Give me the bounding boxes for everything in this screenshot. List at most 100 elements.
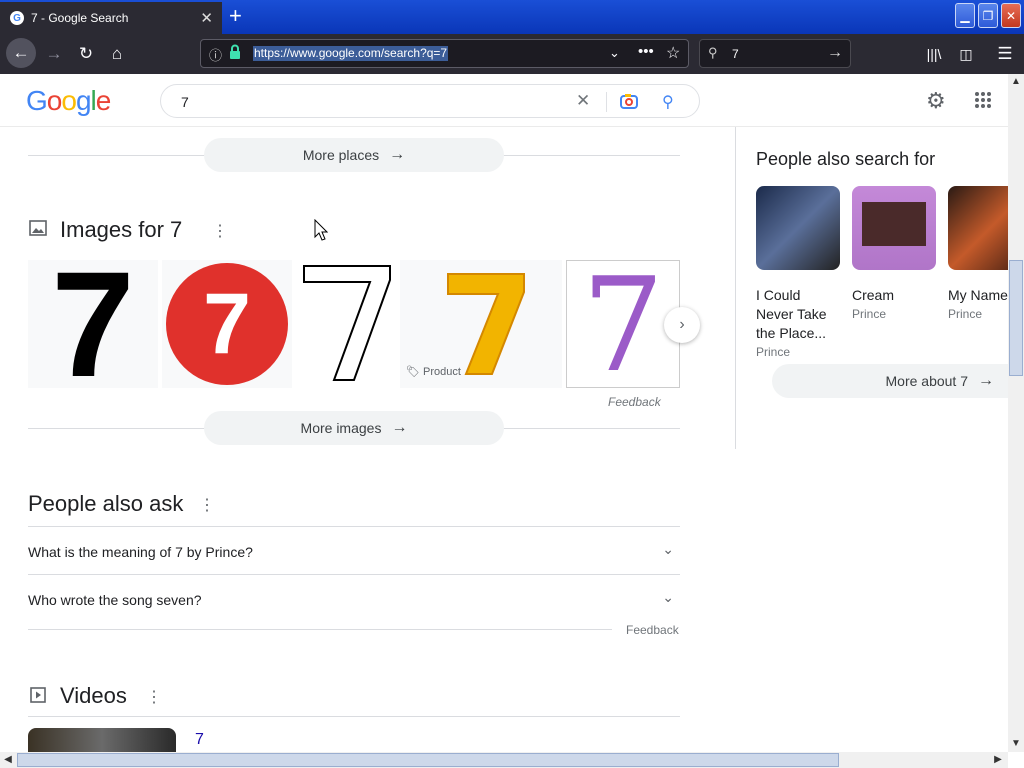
menu-icon[interactable]: ☰ xyxy=(993,42,1017,66)
window-close-button[interactable]: ✕ xyxy=(1001,3,1021,28)
video-title-link[interactable]: 7 xyxy=(195,731,204,749)
paa-title: People also ask xyxy=(28,491,184,516)
browser-search-bar[interactable]: ⚲ 7 → xyxy=(699,39,851,68)
mouse-cursor xyxy=(314,218,329,241)
paa-question[interactable]: Who wrote the song seven? ⌄ xyxy=(28,574,680,622)
image-icon xyxy=(29,220,47,236)
scroll-up-icon[interactable]: ▲ xyxy=(1008,74,1024,90)
new-tab-button[interactable]: + xyxy=(229,4,242,28)
camera-icon[interactable] xyxy=(620,93,638,112)
search-query[interactable]: 7 xyxy=(181,94,189,110)
google-logo[interactable]: Google xyxy=(26,85,112,117)
paa-question-text: What is the meaning of 7 by Prince? xyxy=(28,544,253,560)
album-cover-image xyxy=(756,186,840,270)
search-bar-value[interactable]: 7 xyxy=(732,47,739,61)
close-tab-icon[interactable]: ✕ xyxy=(200,9,213,27)
side-panel-divider xyxy=(735,127,736,449)
more-about-button[interactable]: More about 7 → xyxy=(772,364,1008,398)
logo-letter: o xyxy=(61,85,77,116)
images-section-title: Images for 7 xyxy=(60,217,183,242)
minimize-button[interactable]: ▁ xyxy=(955,3,975,28)
clear-icon[interactable]: ✕ xyxy=(576,91,590,111)
image-result-4[interactable]: 🏷 Product xyxy=(400,260,562,388)
library-icon[interactable]: |||\ xyxy=(922,42,946,66)
videos-section-title: Videos xyxy=(60,683,127,708)
related-sub: Prince xyxy=(948,307,983,321)
image-glyph xyxy=(303,265,391,381)
side-panel-title: People also search for xyxy=(756,149,936,169)
home-icon[interactable]: ⌂ xyxy=(105,42,129,66)
arrow-right-icon: → xyxy=(391,419,408,436)
divider xyxy=(28,716,680,717)
image-result-3[interactable] xyxy=(296,260,396,388)
paa-question-text: Who wrote the song seven? xyxy=(28,592,202,608)
product-tag: 🏷 Product xyxy=(406,366,461,378)
chevron-down-icon[interactable]: ⌄ xyxy=(609,45,620,61)
divider xyxy=(606,92,607,112)
info-icon[interactable]: ⓘ xyxy=(209,45,222,64)
scrollbar-thumb[interactable] xyxy=(17,753,839,767)
tab-title: 7 - Google Search xyxy=(31,11,129,25)
related-name: I Could Never Take the Place... xyxy=(756,287,827,341)
horizontal-scrollbar[interactable]: ◀ ▶ xyxy=(0,752,1008,768)
restore-button[interactable]: ❐ xyxy=(978,3,998,28)
paa-feedback-link[interactable]: Feedback xyxy=(626,623,679,637)
arrow-right-icon: → xyxy=(389,146,406,163)
url-bar[interactable]: ⓘ https://www.google.com/search?q=7 ⌄ ••… xyxy=(200,39,689,68)
image-result-2[interactable]: 7 xyxy=(162,260,292,388)
search-icon: ⚲ xyxy=(708,45,718,60)
paa-question[interactable]: What is the meaning of 7 by Prince? ⌄ xyxy=(28,526,680,574)
star-icon[interactable]: ☆ xyxy=(666,43,680,63)
apps-icon[interactable] xyxy=(974,91,992,109)
reload-icon[interactable]: ↻ xyxy=(74,42,98,66)
related-name: Cream xyxy=(852,287,895,303)
forward-button[interactable]: → xyxy=(42,42,66,66)
image-result-5[interactable]: 7 xyxy=(566,260,680,388)
image-result-1[interactable]: 7 xyxy=(28,260,158,388)
google-favicon-icon: G xyxy=(10,11,24,25)
video-thumbnail[interactable] xyxy=(28,728,176,752)
search-icon[interactable]: ⚲ xyxy=(662,92,674,112)
next-images-button[interactable]: › xyxy=(664,307,700,343)
more-places-label: More places xyxy=(302,147,380,163)
image-glyph: 7 xyxy=(581,260,665,388)
image-glyph: 7 xyxy=(51,260,135,388)
related-sub: Prince xyxy=(756,345,791,359)
related-card[interactable]: My Name Prince Prince xyxy=(948,186,1008,324)
google-search-box[interactable]: 7 ✕ ⚲ xyxy=(160,84,700,118)
related-card[interactable]: Cream Prince xyxy=(852,186,936,324)
video-icon xyxy=(30,687,46,703)
settings-icon[interactable]: ⚙ xyxy=(926,88,946,114)
go-arrow-icon[interactable]: → xyxy=(827,44,843,62)
lock-icon[interactable] xyxy=(229,44,241,59)
scrollbar-thumb[interactable] xyxy=(1009,260,1023,376)
chevron-down-icon: ⌄ xyxy=(662,541,674,557)
related-name: My Name Prince xyxy=(948,287,1008,303)
more-images-button[interactable]: More images → xyxy=(204,411,504,445)
related-card[interactable]: I Could Never Take the Place... Prince xyxy=(756,186,840,362)
divider xyxy=(28,629,612,630)
scroll-left-icon[interactable]: ◀ xyxy=(0,752,16,768)
scroll-right-icon[interactable]: ▶ xyxy=(990,752,1006,768)
sidebar-icon[interactable]: ◫ xyxy=(954,42,978,66)
more-options-icon[interactable]: ⋮ xyxy=(146,687,162,707)
related-sub: Prince xyxy=(852,307,887,321)
chevron-down-icon: ⌄ xyxy=(662,589,674,605)
images-feedback-link[interactable]: Feedback xyxy=(608,395,661,409)
page-actions-icon[interactable]: ••• xyxy=(638,43,654,60)
more-images-label: More images xyxy=(300,420,382,436)
product-label: Product xyxy=(423,366,461,378)
results-area: More places → Images for 7 ⋮ 7 7 🏷 Produ… xyxy=(0,127,1008,752)
logo-letter: e xyxy=(95,85,112,116)
more-options-icon[interactable]: ⋮ xyxy=(212,221,228,241)
tab-google-search[interactable]: G 7 - Google Search ✕ xyxy=(0,2,222,34)
url-text[interactable]: https://www.google.com/search?q=7 xyxy=(253,46,449,61)
scroll-down-icon[interactable]: ▼ xyxy=(1008,736,1024,752)
logo-letter: G xyxy=(26,85,48,116)
image-glyph: 7 xyxy=(166,263,288,385)
more-places-button[interactable]: More places → xyxy=(204,138,504,172)
back-button[interactable]: ← xyxy=(6,38,36,68)
vertical-scrollbar[interactable]: ▲ ▼ xyxy=(1008,74,1024,752)
more-options-icon[interactable]: ⋮ xyxy=(199,495,215,515)
album-cover-image xyxy=(948,186,1008,270)
